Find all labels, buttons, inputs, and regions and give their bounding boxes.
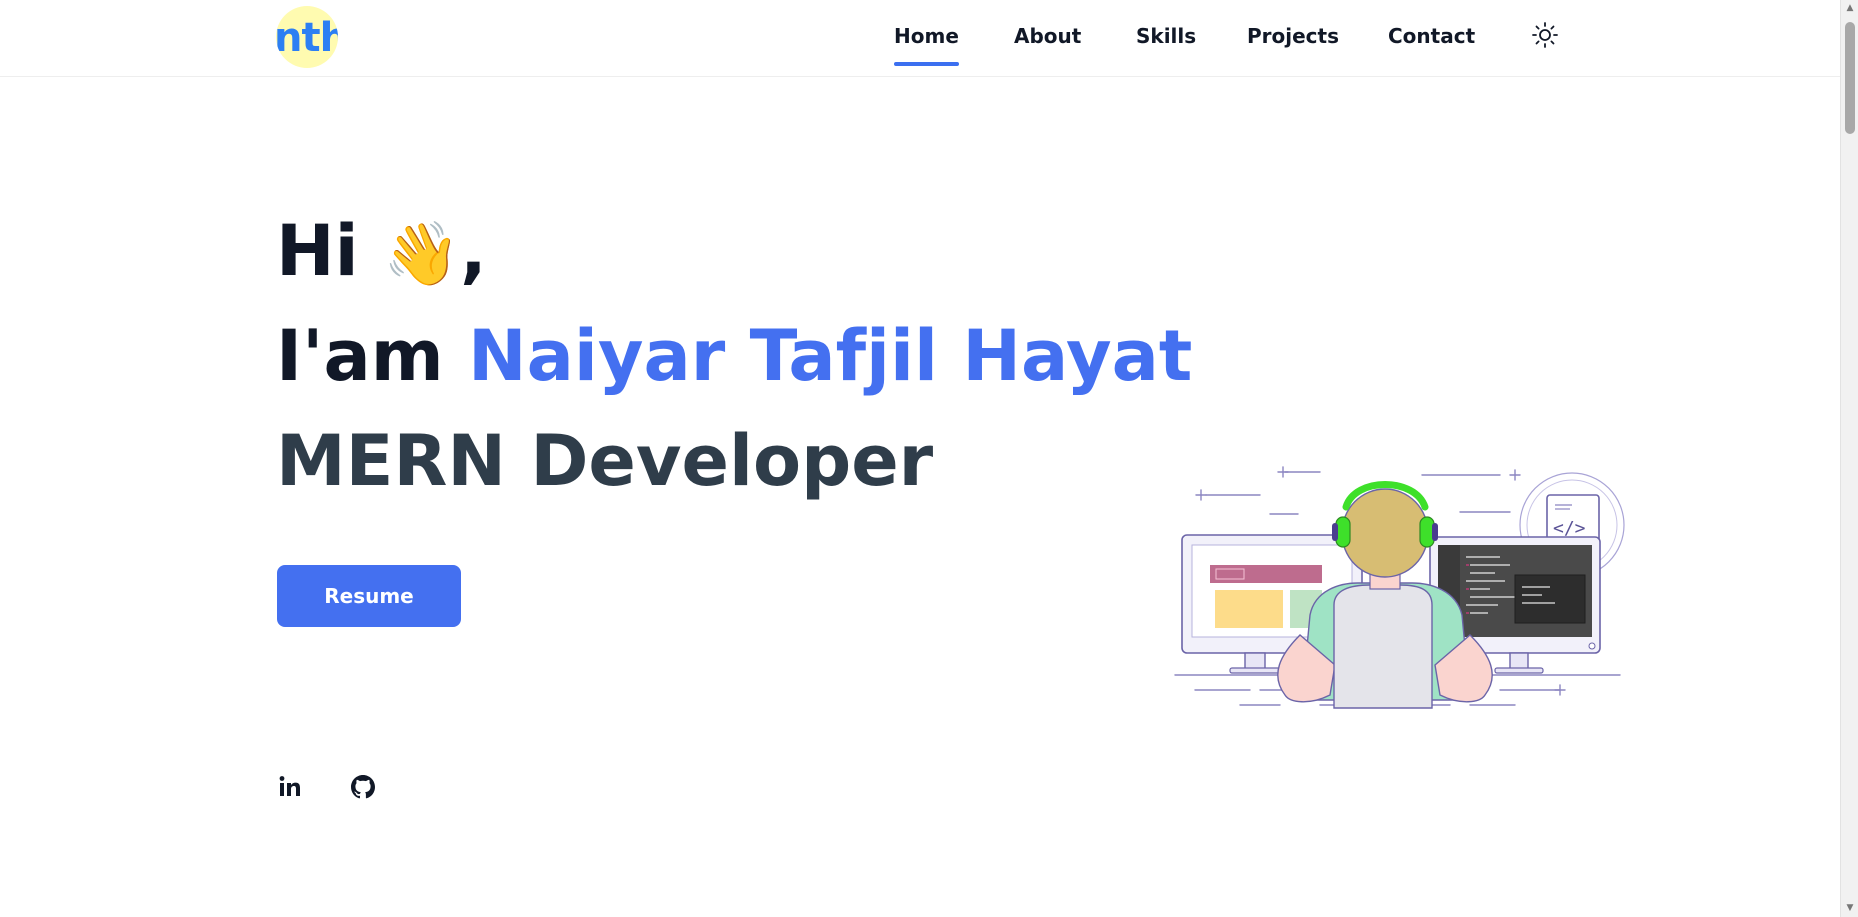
hero-greeting: Hi 👋, bbox=[276, 210, 487, 295]
resume-button[interactable]: Resume bbox=[277, 565, 461, 627]
logo[interactable]: nth bbox=[276, 6, 338, 68]
nav-skills[interactable]: Skills bbox=[1136, 22, 1196, 50]
scroll-down-icon[interactable]: ▼ bbox=[1845, 903, 1855, 913]
developer-illustration: </> bbox=[1170, 465, 1630, 720]
scroll-up-icon[interactable]: ▲ bbox=[1845, 3, 1855, 13]
greeting-text: Hi bbox=[276, 210, 359, 292]
hero-role: MERN Developer bbox=[276, 420, 934, 502]
hero-intro: I'am Naiyar Tafjil Hayat bbox=[276, 315, 1192, 397]
intro-text: I'am bbox=[276, 315, 444, 397]
svg-text:</>: </> bbox=[1553, 518, 1586, 539]
nav-projects[interactable]: Projects bbox=[1247, 22, 1339, 50]
greeting-comma: , bbox=[460, 210, 487, 292]
scrollbar[interactable]: ▲ ▼ bbox=[1840, 0, 1858, 917]
logo-text: nth bbox=[276, 15, 338, 61]
site-header: nth Home About Skills Projects Contact bbox=[0, 0, 1840, 77]
linkedin-icon[interactable] bbox=[276, 772, 306, 802]
nav-about[interactable]: About bbox=[1014, 22, 1081, 50]
sun-icon[interactable] bbox=[1530, 20, 1560, 50]
nav-contact[interactable]: Contact bbox=[1388, 22, 1475, 50]
hero-name: Naiyar Tafjil Hayat bbox=[468, 315, 1193, 397]
github-icon[interactable] bbox=[348, 772, 378, 802]
wave-hand-icon: 👋 bbox=[382, 217, 461, 290]
scroll-thumb[interactable] bbox=[1845, 22, 1855, 134]
nav-home[interactable]: Home bbox=[894, 22, 959, 66]
